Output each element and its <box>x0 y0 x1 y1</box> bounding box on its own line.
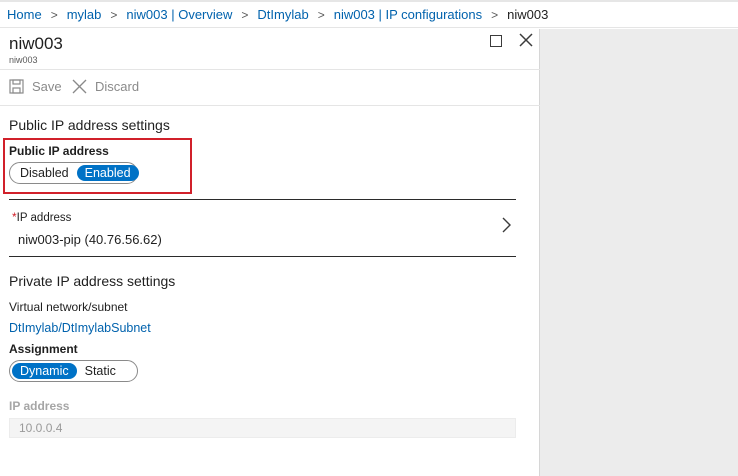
breadcrumb-lab[interactable]: mylab <box>67 7 102 22</box>
discard-button[interactable]: Discard <box>72 79 139 94</box>
breadcrumb-current: niw003 <box>507 7 549 22</box>
discard-icon <box>72 79 87 94</box>
assignment-static-option[interactable]: Static <box>77 363 124 379</box>
public-ip-disabled-option[interactable]: Disabled <box>12 165 77 181</box>
header-divider <box>0 69 540 70</box>
public-ip-address-label: *IP address <box>12 210 71 224</box>
breadcrumb-separator-icon: > <box>241 7 249 22</box>
chevron-right-icon <box>502 217 511 233</box>
private-ip-section-title: Private IP address settings <box>9 273 176 289</box>
public-ip-address-label-text: IP address <box>16 212 72 224</box>
breadcrumb-vnet[interactable]: DtImylab <box>257 7 308 22</box>
breadcrumb-separator-icon: > <box>110 7 118 22</box>
breadcrumb-home[interactable]: Home <box>7 7 42 22</box>
discard-label: Discard <box>95 79 140 94</box>
assignment-dynamic-option[interactable]: Dynamic <box>12 363 77 379</box>
page-subtitle: niw003 <box>9 55 38 65</box>
maximize-icon[interactable] <box>490 35 502 47</box>
vnet-subnet-label: Virtual network/subnet <box>9 300 128 314</box>
public-ip-toggle: Disabled Enabled <box>9 162 139 184</box>
assignment-label: Assignment <box>9 342 78 356</box>
ip-configuration-blade: niw003 niw003 Save Discard Public IP add… <box>0 29 540 476</box>
breadcrumb-separator-icon: > <box>317 7 325 22</box>
background-pane <box>540 29 738 476</box>
private-ip-address-label: IP address <box>9 399 70 413</box>
public-ip-label: Public IP address <box>9 144 109 158</box>
assignment-toggle: Dynamic Static <box>9 360 138 382</box>
public-ip-section-title: Public IP address settings <box>9 117 170 133</box>
vnet-subnet-link[interactable]: DtImylab/DtImylabSubnet <box>9 321 151 335</box>
close-icon[interactable] <box>518 32 534 48</box>
save-button[interactable]: Save <box>9 79 62 94</box>
breadcrumb-separator-icon: > <box>50 7 58 22</box>
public-ip-address-row[interactable]: *IP address niw003-pip (40.76.56.62) <box>9 200 516 256</box>
public-ip-address-value: niw003-pip (40.76.56.62) <box>18 232 162 247</box>
public-ip-enabled-option[interactable]: Enabled <box>76 165 139 181</box>
page-title: niw003 <box>9 34 63 53</box>
save-icon <box>9 79 24 94</box>
toolbar-divider <box>0 105 540 106</box>
breadcrumb-vm-overview[interactable]: niw003 | Overview <box>126 7 232 22</box>
save-label: Save <box>32 79 62 94</box>
private-ip-address-field: 10.0.0.4 <box>9 418 516 438</box>
ip-row-bottom-rule <box>9 256 516 257</box>
breadcrumb-ip-configurations[interactable]: niw003 | IP configurations <box>334 7 482 22</box>
breadcrumb-separator-icon: > <box>491 7 499 22</box>
breadcrumb: Home > mylab > niw003 | Overview > DtImy… <box>0 2 738 28</box>
